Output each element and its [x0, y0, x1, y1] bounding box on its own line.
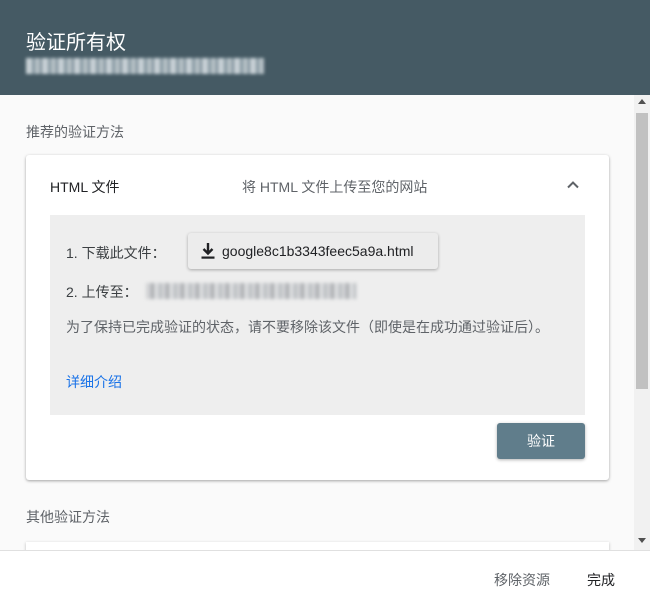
step1-label: 1. 下载此文件： [66, 245, 166, 261]
dialog-title: 验证所有权 [26, 32, 126, 54]
scroll-up-icon[interactable] [638, 99, 646, 104]
scrollbar[interactable] [634, 95, 650, 550]
method-name[interactable]: HTML 文件 [50, 177, 119, 197]
scroll-down-icon[interactable] [638, 538, 646, 543]
dialog-footer: 移除资源 完成 [0, 550, 650, 601]
learn-more-link[interactable]: 详细介绍 [66, 372, 122, 392]
verify-button[interactable]: 验证 [497, 423, 585, 459]
step2-label: 2. 上传至： [66, 284, 138, 300]
upload-url-redacted [146, 283, 356, 299]
method-description: 将 HTML 文件上传至您的网站 [242, 179, 428, 195]
site-url-redacted [26, 58, 264, 74]
download-file-button[interactable]: google8c1b3343feec5a9a.html [188, 233, 438, 269]
scrollbar-thumb[interactable] [636, 113, 648, 389]
done-button[interactable]: 完成 [587, 570, 615, 590]
download-icon [201, 243, 215, 259]
keep-file-note: 为了保持已完成验证的状态，请不要移除该文件（即使是在成功通过验证后）。 [66, 319, 549, 335]
recommended-methods-label: 推荐的验证方法 [26, 124, 124, 140]
other-methods-label: 其他验证方法 [26, 509, 110, 525]
download-filename: google8c1b3343feec5a9a.html [222, 243, 414, 259]
dialog-content: 推荐的验证方法 HTML 文件 将 HTML 文件上传至您的网站 1. 下载此文… [0, 95, 650, 550]
method-instructions-panel: 1. 下载此文件： google8c1b3343feec5a9a.html 2.… [50, 215, 585, 415]
remove-property-button[interactable]: 移除资源 [494, 570, 550, 590]
dialog-header: 验证所有权 [0, 0, 650, 95]
chevron-up-icon[interactable] [560, 172, 586, 198]
html-file-method-card: HTML 文件 将 HTML 文件上传至您的网站 1. 下载此文件： googl… [26, 155, 609, 480]
other-method-card[interactable] [26, 542, 609, 550]
